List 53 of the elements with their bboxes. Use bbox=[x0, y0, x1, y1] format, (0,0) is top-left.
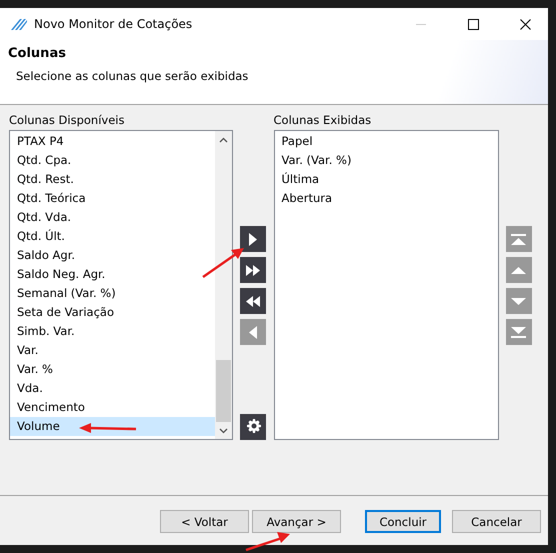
wizard-button[interactable]: Concluir bbox=[365, 510, 441, 533]
scroll-down-icon[interactable] bbox=[219, 428, 228, 434]
list-item[interactable]: Saldo Neg. Agr. bbox=[10, 265, 216, 284]
list-item[interactable]: Semanal (Var. %) bbox=[10, 284, 216, 303]
app-logo-icon bbox=[10, 17, 28, 31]
page-subtitle: Selecione as colunas que serão exibidas bbox=[15, 69, 250, 83]
add-button[interactable] bbox=[240, 226, 266, 252]
list-item[interactable]: Var. bbox=[10, 341, 216, 360]
list-item[interactable]: PTAX P4 bbox=[10, 132, 216, 151]
wizard-button[interactable]: < Voltar bbox=[160, 510, 249, 533]
scrollbar-thumb[interactable] bbox=[216, 360, 232, 422]
up-triangle-icon bbox=[511, 266, 526, 274]
annotation-arrow bbox=[244, 530, 292, 552]
wizard-button[interactable]: Cancelar bbox=[452, 510, 541, 533]
list-item[interactable]: Saldo Agr. bbox=[10, 246, 216, 265]
window-title: Novo Monitor de Cotações bbox=[34, 17, 194, 31]
list-item[interactable]: Qtd. Vda. bbox=[10, 208, 216, 227]
to-bottom-icon bbox=[511, 326, 526, 338]
list-item[interactable]: Qtd. Cpa. bbox=[10, 151, 216, 170]
list-item[interactable]: Vda. bbox=[10, 379, 216, 398]
fast-forward-icon bbox=[246, 264, 260, 276]
settings-button[interactable] bbox=[240, 414, 266, 440]
list-item[interactable]: Volume bbox=[10, 417, 216, 436]
rewind-icon bbox=[246, 296, 260, 306]
add-all-button[interactable] bbox=[240, 257, 266, 283]
list-item[interactable]: Vencimento bbox=[10, 398, 216, 417]
list-item[interactable]: Simb. Var. bbox=[10, 322, 216, 341]
list-label: Colunas Exibidas bbox=[274, 112, 372, 129]
list-label: Colunas Disponíveis bbox=[9, 112, 126, 129]
remove-all-button[interactable] bbox=[240, 288, 266, 314]
list-item[interactable]: Var. (Var. %) bbox=[274, 151, 498, 170]
list-item[interactable]: Última bbox=[274, 170, 498, 189]
list-item[interactable]: Papel bbox=[274, 132, 498, 151]
play-icon bbox=[249, 232, 258, 246]
wizard-button[interactable]: Avançar > bbox=[252, 510, 341, 533]
list-item[interactable]: Qtd. Rest. bbox=[10, 170, 216, 189]
scroll-up-icon[interactable] bbox=[219, 136, 228, 142]
settings-icon bbox=[244, 418, 262, 436]
list-item[interactable]: Qtd. Últ. bbox=[10, 227, 216, 246]
left-triangle-icon bbox=[249, 326, 258, 338]
to-top-icon bbox=[511, 234, 526, 244]
list-item[interactable]: Abertura bbox=[274, 189, 498, 208]
column-list[interactable]: PTAX P4 Qtd. Cpa. Qtd. Rest. Qtd. Teórica Qtd. Vda. Qtd. Últ. Saldo Agr. Saldo Neg. Agr. Semanal (Var. %) Seta de Variação Simb. Var. Var. Var. % Vda. Vencimento Volume bbox=[9, 130, 234, 440]
list-item[interactable]: Var. % bbox=[10, 360, 216, 379]
column-list[interactable]: Papel Var. (Var. %) Última Abertura bbox=[274, 130, 499, 440]
close-icon bbox=[520, 18, 530, 30]
list-item[interactable]: Qtd. Teórica bbox=[10, 189, 216, 208]
down-triangle-icon bbox=[511, 298, 526, 304]
maximize-icon bbox=[468, 18, 478, 30]
list-item[interactable]: Seta de Variação bbox=[10, 303, 216, 322]
page-title: Colunas bbox=[8, 46, 67, 61]
scrollbar[interactable] bbox=[215, 131, 232, 439]
annotation-arrow bbox=[78, 422, 138, 434]
